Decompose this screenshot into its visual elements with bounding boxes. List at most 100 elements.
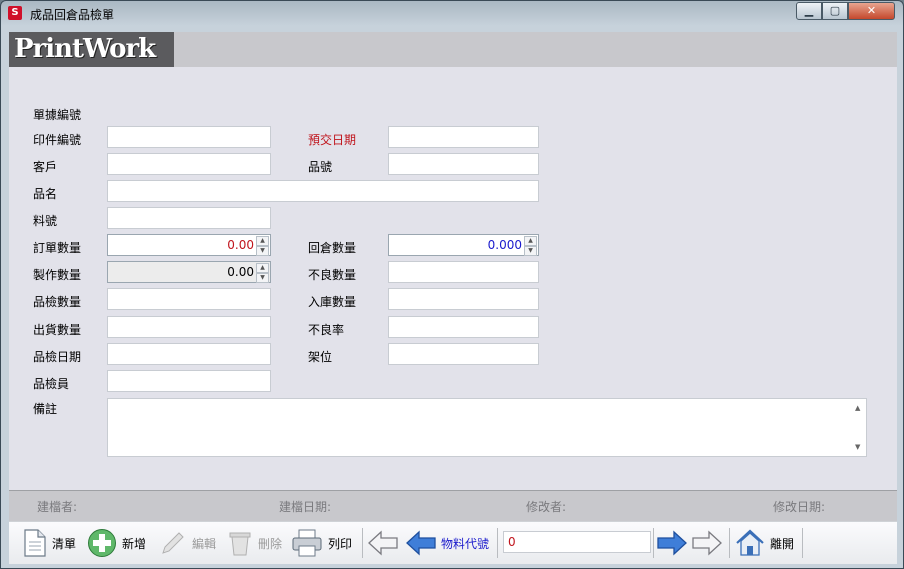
product-name-field[interactable] <box>107 180 539 202</box>
prev-button[interactable]: 物料代號 <box>405 527 489 559</box>
material-code-input[interactable]: 0 <box>503 531 651 553</box>
stock-in-qty-field[interactable] <box>388 288 539 310</box>
order-qty-value: 0.00 <box>227 238 254 252</box>
product-name-label: 品名 <box>33 187 58 201</box>
bottom-toolbar: 清單 新增 編輯 刪除 列印 物料代號 0 離開 <box>9 521 897 564</box>
remarks-textarea[interactable]: ▲ ▼ <box>107 398 867 457</box>
order-qty-stepper[interactable]: 0.00 ▲ ▼ <box>107 234 271 256</box>
material-no-field[interactable] <box>107 207 271 229</box>
next-outline-button[interactable] <box>691 527 723 559</box>
form-client-area: PrintWork 單據編號 印件編號 預交日期 客戶 品號 品名 料號 訂單數… <box>9 32 897 564</box>
spin-up-icon[interactable]: ▲ <box>524 236 537 246</box>
order-qty-label: 訂單數量 <box>33 241 82 255</box>
defect-qty-field[interactable] <box>388 261 539 283</box>
return-qty-value: 0.000 <box>487 238 522 252</box>
document-icon <box>24 529 46 557</box>
printer-icon <box>292 529 322 557</box>
spin-down-icon[interactable]: ▼ <box>256 273 269 283</box>
toolbar-separator <box>653 528 654 558</box>
made-qty-label: 製作數量 <box>33 268 82 282</box>
return-qty-stepper[interactable]: 0.000 ▲ ▼ <box>388 234 539 256</box>
due-date-label: 預交日期 <box>308 133 357 147</box>
plus-icon <box>88 529 116 557</box>
record-info-bar: 建檔者: 建檔日期: 修改者: 修改日期: <box>9 490 897 521</box>
due-date-field[interactable] <box>388 126 539 148</box>
doc-no-label: 單據編號 <box>33 108 82 122</box>
print-no-field[interactable] <box>107 126 271 148</box>
delete-button[interactable]: 刪除 <box>227 527 282 559</box>
pencil-icon <box>162 532 184 554</box>
app-window: S 成品回倉品檢單 ▁ ▢ ✕ PrintWork 單據編號 印件編號 預交日期… <box>0 0 904 569</box>
maximize-button[interactable]: ▢ <box>822 2 848 20</box>
stock-in-qty-label: 入庫數量 <box>308 295 357 309</box>
toolbar-separator <box>497 528 498 558</box>
title-bar[interactable]: S 成品回倉品檢單 ▁ ▢ ✕ <box>1 1 903 25</box>
toolbar-separator <box>362 528 363 558</box>
exit-button[interactable]: 離開 <box>735 527 794 559</box>
ship-qty-field[interactable] <box>107 316 271 338</box>
inspect-date-label: 品檢日期 <box>33 350 82 364</box>
product-no-label: 品號 <box>308 160 333 174</box>
exit-label: 離開 <box>770 536 795 551</box>
spin-down-icon[interactable]: ▼ <box>524 246 537 256</box>
shelf-field[interactable] <box>388 343 539 365</box>
add-button[interactable]: 新增 <box>87 527 146 559</box>
modified-by-label: 修改者: <box>526 500 567 514</box>
toolbar-separator <box>802 528 803 558</box>
shelf-label: 架位 <box>308 350 333 364</box>
made-qty-stepper: 0.00 ▲ ▼ <box>107 261 271 283</box>
made-qty-spin[interactable]: ▲ ▼ <box>256 263 269 283</box>
print-label: 列印 <box>328 536 353 551</box>
minimize-button[interactable]: ▁ <box>796 2 822 20</box>
inspector-field[interactable] <box>107 370 271 392</box>
modified-date-label: 修改日期: <box>773 500 826 514</box>
remarks-scrollbar[interactable]: ▲ ▼ <box>852 399 866 456</box>
spin-up-icon[interactable]: ▲ <box>256 263 269 273</box>
home-icon <box>736 529 764 556</box>
inspect-qty-label: 品檢數量 <box>33 295 82 309</box>
created-by-label: 建檔者: <box>37 500 78 514</box>
defect-rate-label: 不良率 <box>308 323 345 337</box>
customer-field[interactable] <box>107 153 271 175</box>
remarks-label: 備註 <box>33 402 58 416</box>
delete-label: 刪除 <box>258 536 283 551</box>
edit-button[interactable]: 編輯 <box>159 527 216 559</box>
edit-label: 編輯 <box>192 536 217 551</box>
inspect-date-field[interactable] <box>107 343 271 365</box>
prev-outline-button[interactable] <box>367 527 399 559</box>
ship-qty-label: 出貨數量 <box>33 323 82 337</box>
return-qty-spin[interactable]: ▲ ▼ <box>524 236 537 256</box>
order-qty-spin[interactable]: ▲ ▼ <box>256 236 269 256</box>
clear-label: 清單 <box>52 536 77 551</box>
arrow-right-outline-icon <box>692 530 722 556</box>
scroll-up-icon[interactable]: ▲ <box>855 404 860 412</box>
add-label: 新增 <box>122 536 147 551</box>
printwork-logo: PrintWork <box>9 32 174 67</box>
arrow-left-icon <box>406 530 436 556</box>
clear-button[interactable]: 清單 <box>23 527 76 559</box>
arrow-left-outline-icon <box>368 530 398 556</box>
print-button[interactable]: 列印 <box>291 527 352 559</box>
created-date-label: 建檔日期: <box>279 500 332 514</box>
defect-qty-label: 不良數量 <box>308 268 357 282</box>
scroll-down-icon[interactable]: ▼ <box>855 443 860 451</box>
brand-bar: PrintWork <box>9 32 897 67</box>
arrow-right-icon <box>657 530 687 556</box>
trash-icon <box>229 532 251 556</box>
material-code-label: 物料代號 <box>441 536 490 551</box>
product-no-field[interactable] <box>388 153 539 175</box>
inspector-label: 品檢員 <box>33 377 70 391</box>
inspect-qty-field[interactable] <box>107 288 271 310</box>
print-no-label: 印件編號 <box>33 133 82 147</box>
window-title: 成品回倉品檢單 <box>30 8 115 22</box>
spin-up-icon[interactable]: ▲ <box>256 236 269 246</box>
close-button[interactable]: ✕ <box>848 2 895 20</box>
next-button[interactable] <box>656 527 688 559</box>
made-qty-value: 0.00 <box>227 265 254 279</box>
defect-rate-field[interactable] <box>388 316 539 338</box>
toolbar-separator <box>729 528 730 558</box>
app-s-icon: S <box>8 6 22 20</box>
material-no-label: 料號 <box>33 214 58 228</box>
spin-down-icon[interactable]: ▼ <box>256 246 269 256</box>
return-qty-label: 回倉數量 <box>308 241 357 255</box>
